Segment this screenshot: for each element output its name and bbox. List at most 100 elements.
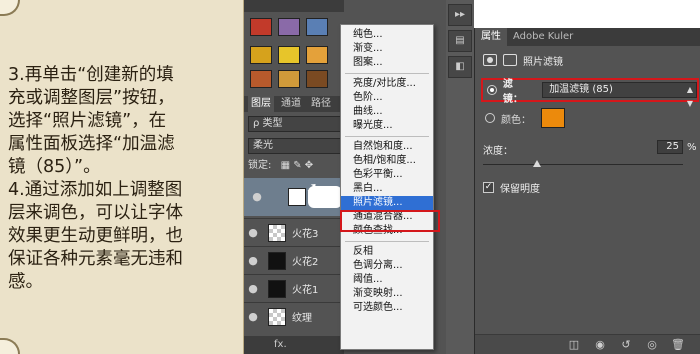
style-swatch-row [250, 18, 346, 38]
menu-item[interactable]: 渐变映射... [341, 287, 433, 301]
density-slider[interactable] [483, 164, 683, 165]
color-swatch[interactable] [541, 108, 565, 128]
lock-icons[interactable]: ▦ ✎ ✥ [281, 160, 314, 171]
dock-button[interactable]: ▤ [448, 30, 472, 52]
layers-bottom-bar: fx. [244, 336, 344, 354]
cursor-icon: ➚ [306, 180, 318, 196]
style-swatch[interactable] [278, 46, 300, 64]
eye-icon[interactable]: ● [248, 190, 266, 203]
menu-item[interactable]: 纯色... [341, 28, 433, 42]
lock-label: 锁定: [248, 160, 272, 171]
color-row: 颜色： [483, 108, 565, 128]
photo-filter-icon [483, 54, 497, 66]
density-slider-thumb[interactable] [533, 160, 541, 167]
fx-icon[interactable]: fx. [274, 339, 287, 350]
layer-name: 火花1 [292, 285, 319, 296]
style-swatch[interactable] [278, 18, 300, 36]
menu-item[interactable]: 照片滤镜... [341, 196, 433, 210]
style-swatch[interactable] [250, 18, 272, 36]
tutorial-note: 3.再单击“创建新的填 充或调整图层”按钮， 选择“照片滤镜”，在 属性面板选择… [0, 0, 244, 354]
menu-item[interactable]: 色调分离... [341, 259, 433, 273]
filter-select[interactable]: 加温滤镜 (85) ▲ ▼ [542, 82, 697, 108]
visibility-icon[interactable]: ◎ [645, 338, 659, 352]
style-swatch[interactable] [306, 18, 328, 36]
menu-item[interactable]: 渐变... [341, 42, 433, 56]
layer-thumbnail [268, 223, 286, 242]
preserve-luminosity-row: ✓ 保留明度 [483, 180, 540, 195]
filter-value: 加温滤镜 (85) [549, 84, 613, 95]
layers-tabs: 图层 通道 路径 [244, 96, 344, 112]
filter-radio[interactable] [487, 85, 497, 95]
preserve-luminosity-checkbox[interactable]: ✓ [483, 182, 494, 193]
menu-item[interactable]: 曝光度... [341, 119, 433, 133]
mask-icon[interactable] [503, 54, 517, 66]
menu-item[interactable]: 可选颜色... [341, 301, 433, 315]
style-swatch[interactable] [250, 70, 272, 88]
tab-properties[interactable]: 属性 [475, 28, 507, 46]
tab-adobe-kuler[interactable]: Adobe Kuler [507, 28, 579, 46]
layer-row[interactable]: ● 火花1 [244, 274, 344, 302]
menu-item[interactable]: 色相/饱和度... [341, 154, 433, 168]
menu-item[interactable]: 曲线... [341, 105, 433, 119]
density-input[interactable]: 25 [657, 140, 683, 154]
reset-icon[interactable]: ↺ [619, 338, 633, 352]
eye-icon[interactable]: ● [244, 282, 262, 295]
properties-title: 照片滤镜 [523, 56, 563, 68]
layer-kind-filter[interactable]: ρ 类型 [248, 116, 342, 132]
styles-panel-header [244, 0, 344, 12]
panel-dock-strip: ▸▸ ▤ ◧ [446, 0, 474, 354]
tab-channels[interactable]: 通道 [278, 96, 304, 112]
filter-row: 滤镜： 加温滤镜 (85) ▲ ▼ [481, 78, 699, 108]
density-unit: % [687, 142, 697, 153]
collapse-icon[interactable]: ▸▸ [448, 4, 472, 26]
density-label: 浓度： [483, 146, 513, 157]
view-previous-icon[interactable]: ◉ [593, 338, 607, 352]
layer-name: 纹理 [292, 313, 312, 324]
menu-separator [345, 73, 429, 74]
properties-bottom-bar: ◫ ◉ ↺ ◎ 🗑 [475, 334, 700, 354]
lock-row: 锁定: ▦ ✎ ✥ [244, 158, 354, 174]
eye-icon[interactable]: ● [244, 254, 262, 267]
dock-button[interactable]: ◧ [448, 56, 472, 78]
trash-icon[interactable]: 🗑 [671, 338, 685, 352]
menu-separator [345, 136, 429, 137]
filter-label: 滤镜： [502, 79, 523, 105]
style-swatch-row [250, 46, 346, 66]
layer-row[interactable]: ● 火花3 [244, 218, 344, 246]
properties-tabs: 属性 Adobe Kuler [475, 28, 700, 46]
adjustment-layer-menu: 纯色... 渐变... 图案... 亮度/对比度... 色阶... 曲线... 曝光度...… [340, 24, 434, 350]
menu-item[interactable]: 色彩平衡... [341, 168, 433, 182]
layer-thumbnail [288, 188, 306, 206]
properties-panel: 属性 Adobe Kuler 照片滤镜 滤镜： 加温滤镜 (85) ▲ ▼ 颜色：… [474, 28, 700, 354]
menu-item[interactable]: 自然饱和度... [341, 140, 433, 154]
menu-item[interactable]: 色阶... [341, 91, 433, 105]
menu-item[interactable]: 图案... [341, 56, 433, 70]
chevron-down-icon: ▲ ▼ [686, 85, 693, 108]
style-swatch[interactable] [278, 70, 300, 88]
selected-layer-row[interactable]: ● ➚ [244, 178, 344, 216]
tab-layers[interactable]: 图层 [248, 96, 274, 112]
layer-thumbnail [268, 251, 286, 270]
eye-icon[interactable]: ● [244, 310, 262, 323]
blend-mode-select[interactable]: 柔光 [248, 138, 342, 154]
layer-name: 火花2 [292, 257, 319, 268]
menu-item[interactable]: 反相 [341, 245, 433, 259]
note-corner-curl [0, 0, 20, 16]
style-swatch[interactable] [306, 46, 328, 64]
clip-to-layer-icon[interactable]: ◫ [567, 338, 581, 352]
menu-separator [345, 241, 429, 242]
layer-row[interactable]: ● 火花2 [244, 246, 344, 274]
menu-item[interactable]: 阈值... [341, 273, 433, 287]
properties-header: 照片滤镜 [483, 52, 563, 68]
color-radio[interactable] [485, 113, 495, 123]
layer-name: 火花3 [292, 229, 319, 240]
color-label: 颜色： [501, 114, 531, 126]
layer-row[interactable]: ● 纹理 [244, 302, 344, 330]
style-swatch[interactable] [306, 70, 328, 88]
menu-item[interactable]: 黑白... [341, 182, 433, 196]
menu-item[interactable]: 亮度/对比度... [341, 77, 433, 91]
tab-paths[interactable]: 路径 [308, 96, 334, 112]
style-swatch[interactable] [250, 46, 272, 64]
eye-icon[interactable]: ● [244, 226, 262, 239]
preserve-luminosity-label: 保留明度 [500, 184, 540, 195]
